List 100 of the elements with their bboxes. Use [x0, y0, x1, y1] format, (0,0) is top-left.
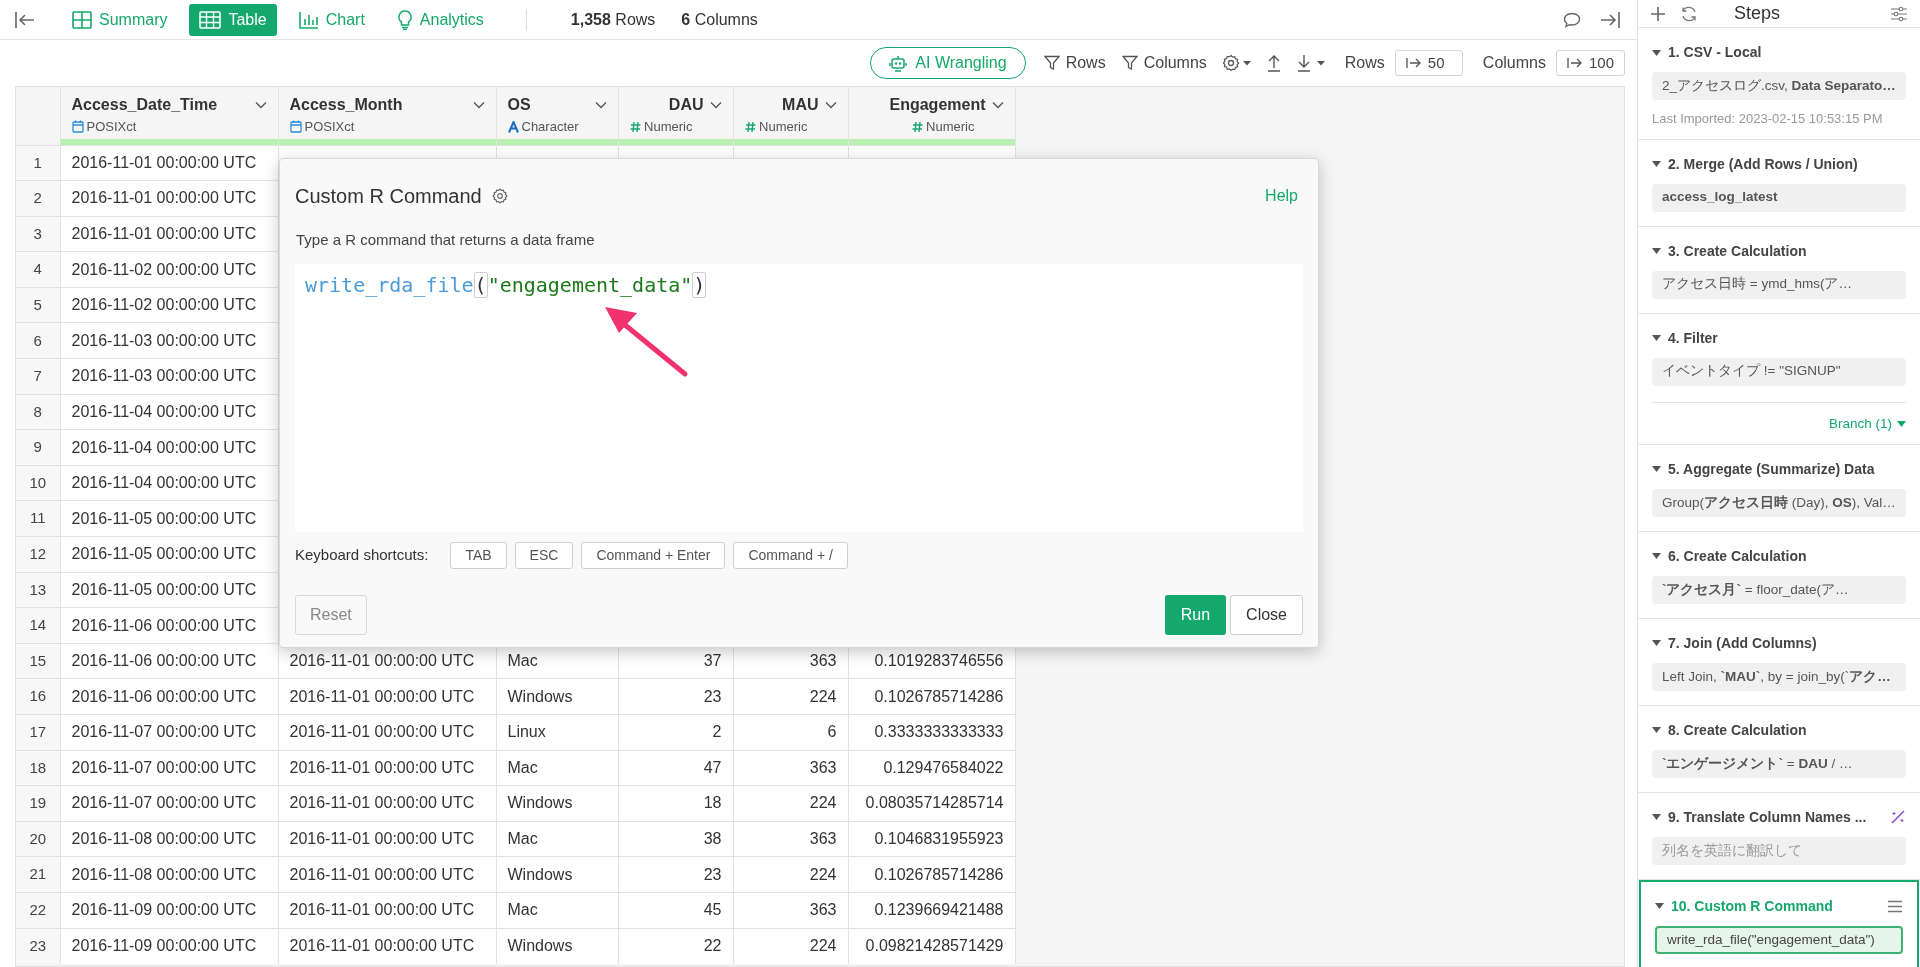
step-summary[interactable]: `アクセス月` = floor_date(ア…	[1652, 575, 1906, 604]
step-card[interactable]: 4. Filter イベントタイプ != "SIGNUP" Branch (1)	[1638, 313, 1920, 445]
row-number: 20	[16, 821, 60, 857]
table-cell: 2016-11-04 00:00:00 UTC	[60, 465, 278, 501]
calendar-icon	[71, 120, 84, 134]
upload-icon	[1266, 54, 1281, 72]
rows-limit-field[interactable]: 50	[1394, 50, 1463, 76]
step-card[interactable]: 3. Create Calculation アクセス日時 = ymd_hms(ア…	[1638, 226, 1920, 314]
step-card[interactable]: 7. Join (Add Columns) Left Join, `MAU`, by = join_by(`アク…	[1638, 618, 1920, 706]
table-cell: 0.1026785714286	[848, 678, 1015, 715]
add-icon[interactable]	[1650, 5, 1666, 22]
code-editor[interactable]: write_rda_file("engagement_data")	[295, 263, 1303, 532]
step-card[interactable]: 1. CSV - Local 2_アクセスログ.csv, Data Separato… Last Imported: 2023-02-15 10:53:15 PM	[1638, 28, 1920, 140]
step-summary[interactable]: `エンゲージメント` = DAU / …	[1652, 749, 1906, 778]
table-cell: 224	[733, 678, 848, 715]
caret-down-icon[interactable]	[1652, 49, 1661, 56]
settings-icon[interactable]	[491, 188, 508, 204]
step-title: 7. Join (Add Columns)	[1668, 633, 1817, 653]
table-cell: 2016-11-02 00:00:00 UTC	[60, 287, 278, 323]
table-cell: 2016-11-06 00:00:00 UTC	[60, 607, 278, 644]
column-type: Numeric	[759, 118, 808, 136]
chevron-down-icon[interactable]	[254, 101, 267, 109]
column-header[interactable]: DAU Numeric	[618, 87, 733, 145]
caret-down-icon[interactable]	[1652, 161, 1661, 167]
column-header[interactable]: MAU Numeric	[733, 87, 848, 145]
column-name: OS	[507, 95, 531, 115]
settings-menu-button[interactable]	[1222, 54, 1251, 72]
table-cell: 6	[733, 714, 848, 751]
step-card[interactable]: 5. Aggregate (Summarize) Data Group(アクセス日時 (Day), OS), Val…	[1638, 444, 1920, 532]
table-cell: 2016-11-07 00:00:00 UTC	[60, 714, 278, 751]
upload-button[interactable]	[1266, 54, 1281, 72]
rows-filter-button[interactable]: Rows	[1043, 51, 1106, 75]
caret-down-icon	[1897, 420, 1906, 427]
step-summary[interactable]: write_rda_file("engagement_data")	[1655, 925, 1903, 954]
step-summary[interactable]: Left Join, `MAU`, by = join_by(`アク…	[1652, 662, 1906, 691]
table-cell: 2016-11-01 00:00:00 UTC	[278, 714, 496, 751]
step-title: 2. Merge (Add Rows / Union)	[1668, 154, 1858, 174]
caret-down-icon[interactable]	[1652, 335, 1661, 341]
step-card[interactable]: 10. Custom R Command write_rda_file("engagement_data")	[1639, 879, 1919, 967]
table-cell: Mac	[496, 821, 618, 857]
sliders-icon[interactable]	[1890, 5, 1908, 22]
column-type: Numeric	[926, 118, 975, 136]
step-card[interactable]: 2. Merge (Add Rows / Union) access_log_latest	[1638, 139, 1920, 227]
table-cell: 0.3333333333333	[848, 714, 1015, 751]
table-cell: 23	[618, 856, 733, 893]
table-cell: 363	[733, 750, 848, 786]
caret-down-icon[interactable]	[1652, 466, 1661, 473]
chevron-down-icon[interactable]	[709, 101, 722, 109]
row-number: 6	[16, 322, 60, 359]
caret-down-icon[interactable]	[1652, 640, 1661, 647]
step-card[interactable]: 8. Create Calculation `エンゲージメント` = DAU / …	[1638, 705, 1920, 793]
chevron-down-icon[interactable]	[594, 101, 607, 109]
table-cell: 2016-11-02 00:00:00 UTC	[60, 251, 278, 288]
row-number: 15	[16, 643, 60, 679]
table-cell: 0.1046831955923	[848, 821, 1015, 857]
chevron-down-icon[interactable]	[991, 101, 1004, 109]
expand-panel-icon[interactable]	[1599, 10, 1621, 29]
count-label: 6 Columns	[681, 9, 758, 30]
step-summary[interactable]: アクセス日時 = ymd_hms(ア…	[1652, 270, 1906, 299]
caret-down-icon[interactable]	[1652, 553, 1661, 560]
chevron-down-icon[interactable]	[824, 101, 837, 109]
column-header[interactable]: OS Character	[496, 87, 618, 145]
caret-down-icon[interactable]	[1652, 727, 1661, 734]
caret-down-icon[interactable]	[1655, 903, 1664, 910]
caret-down-icon[interactable]	[1652, 248, 1661, 254]
menu-icon[interactable]	[1887, 899, 1903, 913]
columns-limit-field[interactable]: 100	[1555, 50, 1625, 76]
step-summary[interactable]: Group(アクセス日時 (Day), OS), Val…	[1652, 488, 1906, 517]
row-number: 3	[16, 216, 60, 252]
column-header[interactable]: Engagement Numeric	[848, 87, 1015, 145]
comment-icon[interactable]	[1563, 11, 1581, 28]
magic-wand-icon	[1890, 809, 1906, 826]
download-menu-button[interactable]	[1296, 54, 1325, 72]
row-number: 8	[16, 394, 60, 430]
close-button[interactable]: Close	[1230, 595, 1303, 635]
collapse-panel-icon[interactable]	[14, 10, 36, 29]
refresh-icon[interactable]	[1680, 5, 1698, 22]
table-cell: 2016-11-03 00:00:00 UTC	[60, 358, 278, 395]
column-header[interactable]: Access_Date_Time POSIXct	[60, 87, 278, 145]
step-summary[interactable]: 2_アクセスログ.csv, Data Separato…	[1652, 72, 1906, 100]
step-card[interactable]: 6. Create Calculation `アクセス月` = floor_date(ア…	[1638, 531, 1920, 619]
column-header[interactable]: Access_Month POSIXct	[278, 87, 496, 145]
table-cell: 2016-11-07 00:00:00 UTC	[60, 750, 278, 786]
table-cell: 2016-11-01 00:00:00 UTC	[278, 678, 496, 715]
table-cell: 0.1026785714286	[848, 856, 1015, 893]
row-number: 19	[16, 785, 60, 822]
dialog-title: Custom R Command	[295, 184, 482, 209]
chevron-down-icon[interactable]	[472, 101, 485, 109]
instruction-text: Type a R command that returns a data frame	[296, 230, 596, 250]
step-summary[interactable]: イベントタイプ != "SIGNUP"	[1652, 357, 1906, 386]
table-cell: 2	[618, 714, 733, 751]
step-card[interactable]: 9. Translate Column Names ... 列名を英語に翻訳して	[1638, 792, 1920, 880]
row-number: 5	[16, 287, 60, 323]
row-number: 2	[16, 180, 60, 217]
row-number: 13	[16, 572, 60, 608]
step-summary[interactable]: access_log_latest	[1652, 183, 1906, 212]
row-number: 4	[16, 251, 60, 288]
columns-filter-button[interactable]: Columns	[1121, 51, 1207, 75]
calendar-icon	[289, 120, 302, 134]
caret-down-icon[interactable]	[1652, 814, 1661, 821]
